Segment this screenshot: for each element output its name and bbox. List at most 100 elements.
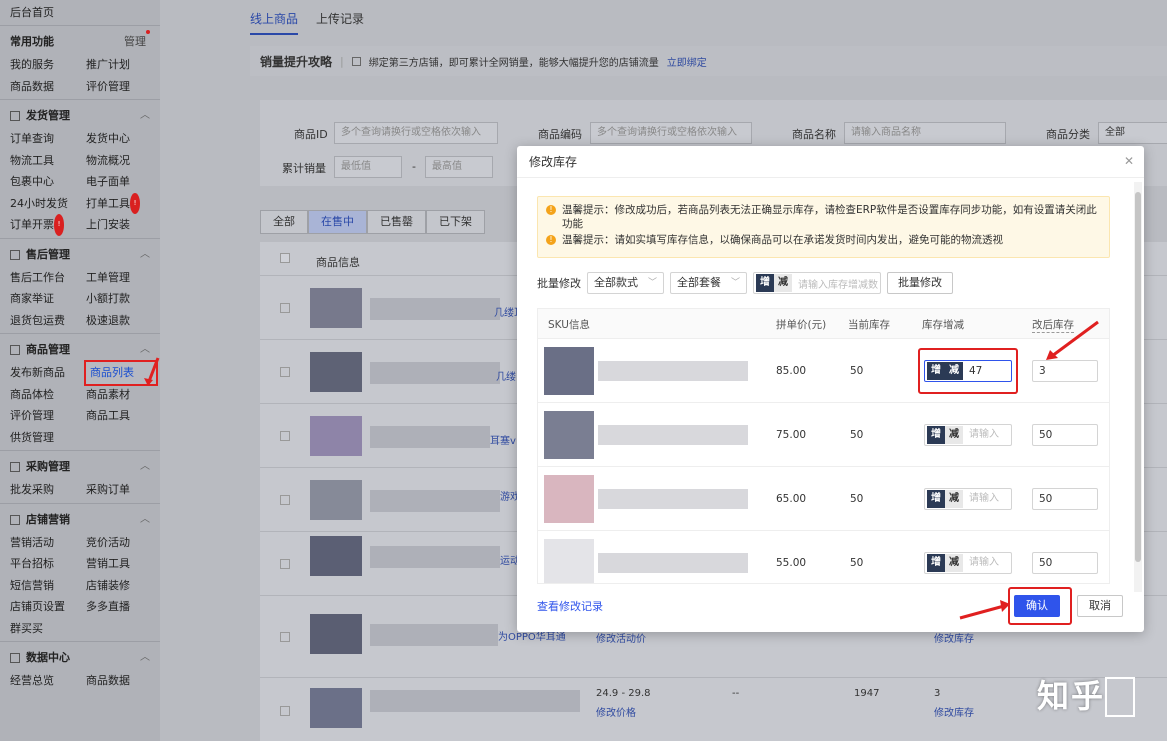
sidebar-item[interactable]: 工单管理 — [86, 267, 156, 289]
status-tab-all[interactable]: 全部 — [260, 210, 308, 234]
sidebar-item[interactable]: 商品体检 — [10, 384, 86, 406]
sidebar-item[interactable]: 经营总览 — [10, 670, 86, 692]
status-tab-offshelf[interactable]: 已下架 — [426, 210, 485, 234]
edit-stock-link[interactable]: 修改库存 — [934, 630, 974, 645]
goods-title[interactable]: 几缕 — [496, 368, 516, 383]
sidebar-item[interactable]: 发货中心 — [86, 128, 156, 150]
sidebar-item[interactable]: 店铺装修 — [86, 575, 156, 597]
row-checkbox[interactable] — [280, 495, 290, 505]
manage-link[interactable]: 管理 — [124, 30, 150, 54]
sidebar-item[interactable]: 退货包运费 — [10, 310, 86, 332]
sidebar-item-invoice[interactable]: 订单开票! — [10, 214, 86, 236]
select-all-checkbox[interactable] — [280, 253, 290, 263]
sidebar-item[interactable]: 多多直播 — [86, 596, 156, 618]
new-stock-input[interactable]: 50 — [1032, 488, 1098, 510]
sidebar-item[interactable]: 商品数据 — [86, 670, 156, 692]
confirm-button[interactable]: 确认 — [1014, 595, 1060, 617]
sidebar-item[interactable]: 供货管理 — [10, 427, 86, 449]
decrease-toggle[interactable]: 减 — [945, 426, 963, 444]
goods-id-input[interactable]: 多个查询请换行或空格依次输入 — [334, 122, 498, 144]
sidebar-item[interactable]: 发布新商品 — [10, 362, 86, 384]
row-checkbox[interactable] — [280, 632, 290, 642]
sidebar-item[interactable]: 批发采购 — [10, 479, 86, 501]
row-checkbox[interactable] — [280, 706, 290, 716]
category-select[interactable]: 全部 — [1098, 122, 1167, 144]
view-log-link[interactable]: 查看修改记录 — [537, 598, 603, 614]
goods-code-input[interactable]: 多个查询请换行或空格依次输入 — [590, 122, 752, 144]
tab-online-goods[interactable]: 线上商品 — [250, 10, 299, 35]
sidebar-item[interactable]: 物流概况 — [86, 150, 156, 172]
sidebar-item[interactable]: 商品数据 — [10, 76, 86, 98]
sidebar-item[interactable]: 平台招标 — [10, 553, 86, 575]
bulk-delta-input[interactable]: 增减 请输入库存增减数 — [753, 272, 882, 294]
sidebar-item[interactable]: 电子面单 — [86, 171, 156, 193]
sales-min-input[interactable]: 最低值 — [334, 156, 402, 178]
sidebar-item[interactable]: 采购订单 — [86, 479, 156, 501]
new-stock-input[interactable]: 50 — [1032, 424, 1098, 446]
bind-link[interactable]: 立即绑定 — [667, 54, 707, 69]
increase-toggle[interactable]: 增 — [927, 554, 945, 572]
sidebar-item[interactable]: 群买买 — [10, 618, 86, 640]
chevron-up-icon[interactable]: ︿ — [140, 455, 150, 479]
increase-toggle[interactable]: 增 — [756, 274, 775, 292]
decrease-toggle[interactable]: 减 — [945, 490, 963, 508]
sales-max-input[interactable]: 最高值 — [425, 156, 493, 178]
sidebar-item[interactable]: 上门安装 — [86, 214, 156, 236]
sidebar-item[interactable]: 评价管理 — [10, 405, 86, 427]
scrollbar-thumb[interactable] — [1135, 192, 1141, 562]
goods-name-input[interactable]: 请输入商品名称 — [844, 122, 1006, 144]
sidebar-item[interactable]: 小额打款 — [86, 288, 156, 310]
sidebar-item[interactable]: 售后工作台 — [10, 267, 86, 289]
sidebar-item[interactable]: 推广计划 — [86, 54, 156, 76]
sidebar-item[interactable]: 营销活动 — [10, 532, 86, 554]
increase-toggle[interactable]: 增 — [927, 426, 945, 444]
sidebar-item[interactable]: 我的服务 — [10, 54, 86, 76]
sidebar-item[interactable]: 订单查询 — [10, 128, 86, 150]
sidebar-item[interactable]: 营销工具 — [86, 553, 156, 575]
sku-stock: 50 — [850, 429, 864, 441]
sidebar-item[interactable]: 包裹中心 — [10, 171, 86, 193]
increase-toggle[interactable]: 增 — [927, 362, 945, 380]
style-select[interactable]: 全部款式 ﹀ — [587, 272, 665, 294]
goods-title[interactable]: 耳塞v — [490, 432, 516, 447]
sidebar-home[interactable]: 后台首页 — [0, 0, 160, 26]
sidebar-item[interactable]: 短信营销 — [10, 575, 86, 597]
stock-delta-input[interactable]: 增减 请输入 — [924, 552, 1012, 574]
sidebar-item[interactable]: 24小时发货 — [10, 193, 86, 215]
stock-delta-input[interactable]: 增减 47 — [924, 360, 1012, 382]
sidebar-item[interactable]: 商品工具 — [86, 405, 156, 427]
bulk-edit-button[interactable]: 批量修改 — [887, 272, 954, 294]
close-icon[interactable]: ✕ — [1124, 154, 1134, 168]
sidebar-item[interactable]: 店铺页设置 — [10, 596, 86, 618]
sidebar-item[interactable]: 极速退款 — [86, 310, 156, 332]
sidebar-item[interactable]: 物流工具 — [10, 150, 86, 172]
chevron-up-icon[interactable]: ︿ — [140, 243, 150, 267]
row-checkbox[interactable] — [280, 559, 290, 569]
package-select[interactable]: 全部套餐 ﹀ — [670, 272, 748, 294]
increase-toggle[interactable]: 增 — [927, 490, 945, 508]
chevron-up-icon[interactable]: ︿ — [140, 104, 150, 128]
status-tab-soldout[interactable]: 已售罄 — [367, 210, 426, 234]
sidebar-item[interactable]: 商家举证 — [10, 288, 86, 310]
row-checkbox[interactable] — [280, 431, 290, 441]
sidebar-item[interactable]: 竞价活动 — [86, 532, 156, 554]
decrease-toggle[interactable]: 减 — [774, 274, 793, 292]
edit-activity-price-link[interactable]: 修改活动价 — [596, 630, 646, 645]
dialog-scrollbar[interactable] — [1134, 182, 1142, 592]
stock-delta-input[interactable]: 增减 请输入 — [924, 424, 1012, 446]
sidebar-item-print[interactable]: 打单工具! — [86, 192, 156, 214]
row-checkbox[interactable] — [280, 367, 290, 377]
status-tab-onsale[interactable]: 在售中 — [308, 210, 367, 234]
decrease-toggle[interactable]: 减 — [945, 362, 963, 380]
new-stock-input[interactable]: 50 — [1032, 552, 1098, 574]
tab-upload-log[interactable]: 上传记录 — [316, 10, 364, 27]
decrease-toggle[interactable]: 减 — [945, 554, 963, 572]
sidebar-item[interactable]: 评价管理 — [86, 76, 156, 98]
row-checkbox[interactable] — [280, 303, 290, 313]
cancel-button[interactable]: 取消 — [1077, 595, 1123, 617]
chevron-up-icon[interactable]: ︿ — [140, 646, 150, 670]
chevron-up-icon[interactable]: ︿ — [140, 508, 150, 532]
stock-delta-input[interactable]: 增减 请输入 — [924, 488, 1012, 510]
edit-price-link[interactable]: 修改价格 — [596, 704, 636, 719]
edit-stock-link[interactable]: 修改库存 — [934, 704, 974, 719]
